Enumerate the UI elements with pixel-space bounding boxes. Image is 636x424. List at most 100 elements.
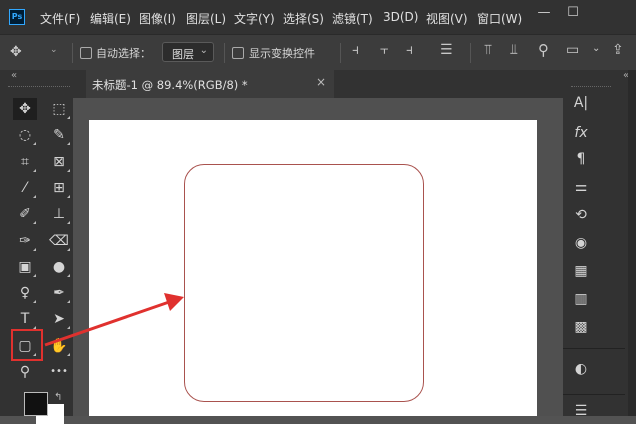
styles-panel-icon[interactable]: fx [569, 122, 593, 144]
move-tool-icon[interactable]: ✥ [13, 98, 37, 120]
hand-tool-icon[interactable]: ✋ [47, 335, 71, 357]
minimize-button[interactable]: — [534, 4, 554, 22]
eraser-tool-icon[interactable]: ⌫ [47, 230, 71, 252]
gradients-panel-icon[interactable]: ▥ [569, 288, 593, 310]
submenu-indicator [67, 247, 70, 251]
divider [72, 43, 73, 63]
tools-panel: « ✥ ⬚ ◌ ✎ ⌗ ⊠ ⁄ ⊞ ✐ ⊥ ✑ ⌫ ▣ ● ♀ ✒ T ➤ ▢ ✋ ⚲ ••• [0, 70, 73, 416]
menu-image[interactable]: 图像(I) [139, 10, 176, 27]
type-tool-icon[interactable]: T [13, 308, 37, 330]
rectangle-tool-highlight [11, 329, 43, 361]
submenu-indicator [67, 221, 70, 225]
menu-type[interactable]: 文字(Y) [234, 10, 275, 27]
photoshop-logo: Ps [9, 9, 25, 25]
panel-grip [571, 86, 611, 91]
collapse-icon[interactable]: « [11, 70, 17, 81]
path-select-tool-icon[interactable]: ➤ [47, 308, 71, 330]
adjustments-panel-icon[interactable]: ⚌ [569, 176, 593, 198]
healing-tool-icon[interactable]: ⊞ [47, 177, 71, 199]
submenu-indicator [33, 168, 36, 172]
divider [470, 43, 471, 63]
history-brush-tool-icon[interactable]: ✑ [13, 230, 37, 252]
scrollbar[interactable] [628, 70, 636, 416]
menu-edit[interactable]: 编辑(E) [90, 10, 131, 27]
submenu-indicator [67, 352, 70, 356]
menu-bar: Ps 文件(F) 编辑(E) 图像(I) 图层(L) 文字(Y) 选择(S) 滤… [0, 0, 636, 34]
workspace-icon[interactable]: ▭ [566, 42, 579, 58]
menu-3d[interactable]: 3D(D) [383, 10, 418, 24]
maximize-button[interactable]: ☐ [563, 4, 583, 22]
swatches-panel-icon[interactable]: ▦ [569, 260, 593, 282]
marquee-tool-icon[interactable]: ⬚ [47, 98, 71, 120]
patterns-panel-icon[interactable]: ▩ [569, 316, 593, 338]
eyedropper-tool-icon[interactable]: ⁄ [13, 177, 37, 199]
menu-select[interactable]: 选择(S) [283, 10, 324, 27]
submenu-indicator [33, 142, 36, 146]
more-tools-icon[interactable]: ••• [47, 361, 71, 383]
quick-select-tool-icon[interactable]: ✎ [47, 124, 71, 146]
auto-select-checkbox[interactable] [80, 47, 92, 59]
crop-tool-icon[interactable]: ⌗ [13, 151, 37, 173]
auto-select-dropdown[interactable]: 图层 ⌄ [162, 42, 214, 62]
options-bar: ✥ ⌄ 自动选择： 图层 ⌄ 显示变换控件 ⫞ ⫟ ⫞ ☰ ⫪ ⫫ ⚲ ▭ ⌄ … [0, 34, 636, 71]
panel-grip [8, 86, 70, 91]
panels-dock: « A| fx ¶ ⚌ ⟲ ◉ ▦ ▥ ▩ ◐ ☰ [563, 70, 636, 419]
dodge-tool-icon[interactable]: ♀ [13, 282, 37, 304]
menu-filter[interactable]: 滤镜(T) [332, 10, 373, 27]
chevron-down-icon: ⌄ [199, 45, 208, 56]
submenu-indicator [33, 247, 36, 251]
share-icon[interactable]: ⇪ [612, 42, 624, 58]
paragraph-panel-icon[interactable]: ¶ [569, 148, 593, 170]
gradient-tool-icon[interactable]: ▣ [13, 256, 37, 278]
submenu-indicator [67, 168, 70, 172]
search-icon[interactable]: ⚲ [538, 41, 549, 59]
submenu-indicator [67, 273, 70, 277]
document-tab-strip: 未标题-1 @ 89.4%(RGB/8) * × [73, 70, 563, 98]
submenu-indicator [33, 273, 36, 277]
submenu-indicator [67, 326, 70, 330]
align-center-icon[interactable]: ⫟ [380, 42, 388, 58]
zoom-tool-icon[interactable]: ⚲ [13, 361, 37, 383]
rounded-rectangle-shape[interactable] [184, 164, 424, 402]
divider [563, 394, 625, 395]
chevron-down-icon[interactable]: ⌄ [50, 45, 58, 55]
menu-window[interactable]: 窗口(W) [477, 10, 522, 27]
align-left-icon[interactable]: ⫞ [352, 42, 359, 58]
submenu-indicator [67, 142, 70, 146]
chevron-down-icon[interactable]: ⌄ [592, 43, 600, 54]
adjust-layer-panel-icon[interactable]: ◐ [569, 358, 593, 380]
lasso-tool-icon[interactable]: ◌ [13, 124, 37, 146]
document-tab-title: 未标题-1 @ 89.4%(RGB/8) * [92, 78, 248, 92]
distribute-icon[interactable]: ☰ [440, 42, 453, 58]
menu-view[interactable]: 视图(V) [426, 10, 468, 27]
document-tab[interactable]: 未标题-1 @ 89.4%(RGB/8) * × [86, 70, 334, 98]
foreground-color-swatch[interactable] [24, 392, 48, 416]
submenu-indicator [33, 221, 36, 225]
align-top-icon[interactable]: ⫪ [484, 42, 492, 58]
close-icon[interactable]: × [316, 75, 326, 89]
character-panel-icon[interactable]: A| [569, 92, 593, 114]
show-transform-checkbox[interactable] [232, 47, 244, 59]
submenu-indicator [33, 300, 36, 304]
menu-layer[interactable]: 图层(L) [186, 10, 226, 27]
align-middle-icon[interactable]: ⫫ [510, 42, 518, 58]
properties-panel-icon[interactable]: ☰ [569, 400, 593, 422]
color-panel-icon[interactable]: ◉ [569, 232, 593, 254]
divider [224, 43, 225, 63]
submenu-indicator [67, 194, 70, 198]
blur-tool-icon[interactable]: ● [47, 256, 71, 278]
menu-file[interactable]: 文件(F) [40, 10, 80, 27]
swap-colors-icon[interactable]: ↰ [54, 392, 62, 403]
stamp-tool-icon[interactable]: ⊥ [47, 203, 71, 225]
move-options-icon[interactable]: ✥ [10, 44, 22, 60]
document-canvas[interactable] [89, 120, 537, 416]
history-panel-icon[interactable]: ⟲ [569, 204, 593, 226]
submenu-indicator [67, 300, 70, 304]
submenu-indicator [67, 116, 70, 119]
show-transform-label: 显示变换控件 [249, 47, 315, 60]
align-right-icon[interactable]: ⫞ [406, 42, 413, 58]
pen-tool-icon[interactable]: ✒ [47, 282, 71, 304]
divider [340, 43, 341, 63]
brush-tool-icon[interactable]: ✐ [13, 203, 37, 225]
frame-tool-icon[interactable]: ⊠ [47, 151, 71, 173]
